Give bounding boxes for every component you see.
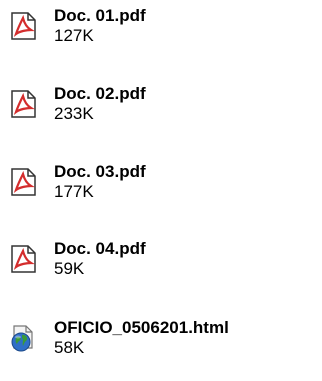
file-size: 233K xyxy=(54,104,94,123)
file-name[interactable]: OFICIO_0506201.html xyxy=(54,318,229,338)
file-size: 177K xyxy=(54,182,94,201)
list-item[interactable]: Doc. 02.pdf 233K xyxy=(8,84,318,138)
pdf-icon xyxy=(8,166,40,198)
file-name[interactable]: Doc. 03.pdf xyxy=(54,162,146,182)
file-name[interactable]: Doc. 04.pdf xyxy=(54,239,146,259)
file-list: Doc. 01.pdf 127K Doc. 02.pdf 233K Doc. 0… xyxy=(0,0,322,381)
file-size: 127K xyxy=(54,26,94,45)
pdf-icon xyxy=(8,10,40,42)
file-size: 59K xyxy=(54,259,85,278)
list-item[interactable]: Doc. 04.pdf 59K xyxy=(8,239,318,293)
list-item[interactable]: OFICIO_0506201.html 58K xyxy=(8,318,318,372)
pdf-icon xyxy=(8,88,40,120)
list-item[interactable]: Doc. 03.pdf 177K xyxy=(8,162,318,216)
html-globe-icon xyxy=(8,322,40,354)
list-item[interactable]: Doc. 01.pdf 127K xyxy=(8,6,318,60)
file-name[interactable]: Doc. 01.pdf xyxy=(54,6,146,26)
pdf-icon xyxy=(8,243,40,275)
file-size: 58K xyxy=(54,338,85,357)
file-name[interactable]: Doc. 02.pdf xyxy=(54,84,146,104)
